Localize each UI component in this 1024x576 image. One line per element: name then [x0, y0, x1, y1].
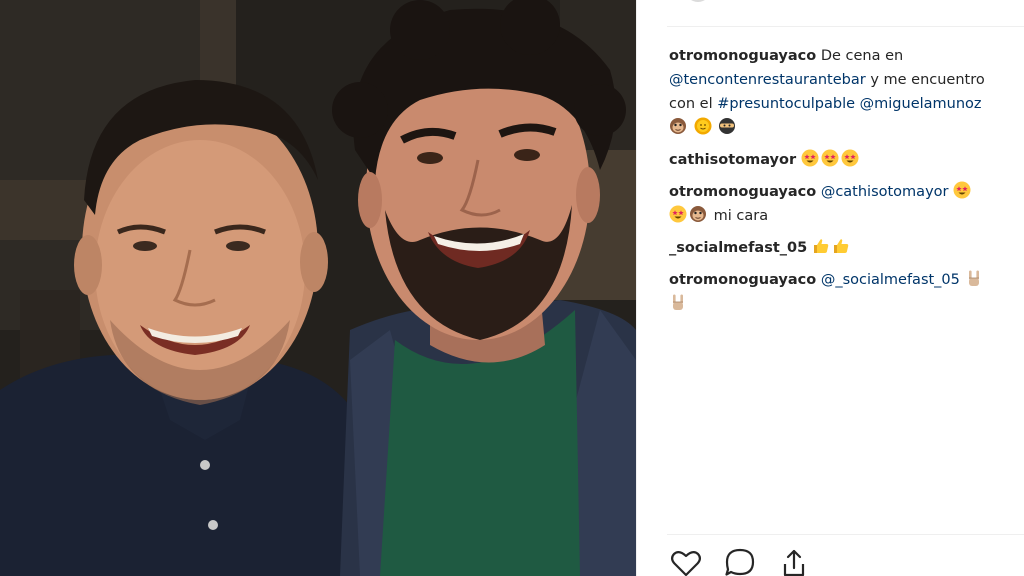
comment-list: otromonoguayaco De cena en @tencontenres…	[669, 44, 1024, 324]
comment-username[interactable]: _socialmefast_05	[669, 240, 807, 256]
avatar[interactable]	[685, 0, 711, 2]
post-caption: otromonoguayaco De cena en @tencontenres…	[669, 44, 1024, 140]
sun-face-icon	[694, 117, 712, 135]
actions-divider	[667, 534, 1024, 535]
monkey-face-icon	[669, 117, 687, 135]
star-struck-icon	[953, 181, 971, 199]
comments-panel: otromonoguayaco De cena en @tencontenres…	[636, 0, 1024, 576]
caption-text-1: De cena en	[820, 48, 904, 64]
header-divider	[667, 26, 1024, 27]
comment-username[interactable]: otromonoguayaco	[669, 272, 816, 288]
caption-text-3: con el	[669, 96, 713, 112]
ninja-face-icon	[718, 117, 736, 135]
caption-hashtag[interactable]: #presuntoculpable	[717, 96, 855, 112]
post-photo[interactable]	[0, 0, 636, 576]
star-struck-icon	[801, 149, 819, 167]
comment-mention[interactable]: @cathisotomayor	[821, 184, 949, 200]
comment-item: _socialmefast_05	[669, 236, 1024, 260]
comment-item: otromonoguayaco @_socialmefast_05	[669, 268, 1024, 316]
star-struck-icon	[841, 149, 859, 167]
comment-username[interactable]: otromonoguayaco	[669, 184, 816, 200]
rock-on-hand-icon	[669, 293, 687, 311]
photo-illustration	[0, 0, 636, 576]
thumbs-up-icon	[832, 237, 850, 255]
rock-on-hand-icon	[965, 269, 983, 287]
caption-mention-actor[interactable]: @miguelamunoz	[860, 96, 982, 112]
heart-icon[interactable]	[669, 546, 703, 576]
thumbs-up-icon	[812, 237, 830, 255]
comment-item: cathisotomayor	[669, 148, 1024, 172]
comment-text: mi cara	[713, 208, 769, 224]
share-icon[interactable]	[777, 546, 811, 576]
star-struck-icon	[821, 149, 839, 167]
caption-text-2: y me encuentro	[870, 72, 985, 88]
star-struck-icon	[669, 205, 687, 223]
comment-item: otromonoguayaco @cathisotomayor mi cara	[669, 180, 1024, 228]
comment-icon[interactable]	[723, 546, 757, 576]
caption-mention-restaurant[interactable]: @tencontenrestaurantebar	[669, 72, 866, 88]
caption-username[interactable]: otromonoguayaco	[669, 48, 816, 64]
comment-username[interactable]: cathisotomayor	[669, 152, 796, 168]
comment-mention[interactable]: @_socialmefast_05	[821, 272, 960, 288]
monkey-face-icon	[689, 205, 707, 223]
